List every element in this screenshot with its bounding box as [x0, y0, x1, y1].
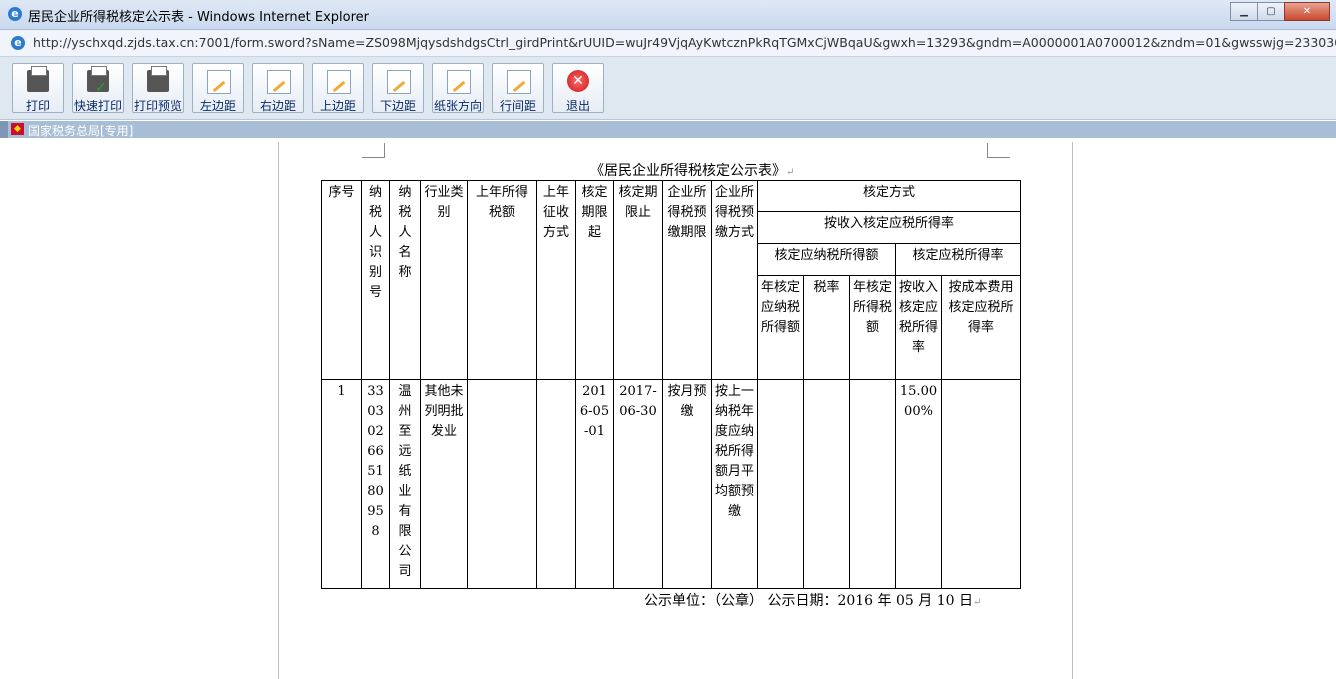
header-period-end: 核定期限止 [613, 180, 663, 380]
top-margin-button[interactable]: 上边距 [312, 63, 364, 113]
header-prepay-period: 企业所得税预缴期限 [662, 180, 712, 380]
print-preview-icon [147, 66, 169, 92]
print-button-label: 打印 [25, 99, 50, 113]
department-label: 国家税务总局[专用] [28, 124, 134, 138]
print-button[interactable]: 打印 [12, 63, 64, 113]
tax-bureau-icon: ◆ [11, 123, 24, 135]
left-edge [0, 121, 8, 138]
header-taxpayer-id: 纳税人识别号 [361, 180, 390, 380]
cell-period-end: 2017-06-30 [613, 379, 663, 589]
exit-button[interactable]: ✕ 退出 [552, 63, 604, 113]
header-by-cost-rate: 按成本费用核定应税所得率 [941, 275, 1021, 380]
print-toolbar: 打印 ✓ 快速打印 打印预览 左边距 右边距 上边距 下边距 纸张方向 行间距 … [0, 57, 1336, 120]
header-prepay-method: 企业所得税预缴方式 [711, 180, 758, 380]
bottom-margin-label: 下边距 [379, 99, 416, 113]
quick-print-button[interactable]: ✓ 快速打印 [72, 63, 124, 113]
table-row: 1 330302665180958 温州至远纸业有限公司 其他未列明批发业 20… [321, 379, 1021, 589]
printer-icon [27, 66, 49, 92]
header-annual-income-tax: 年核定所得税额 [849, 275, 896, 380]
edit-icon [447, 70, 471, 94]
top-margin-label: 上边距 [319, 99, 356, 113]
address-url[interactable]: http://yschxqd.zjds.tax.cn:7001/form.swo… [33, 35, 1336, 50]
window-title: 居民企业所得税核定公示表 - Windows Internet Explorer [28, 10, 369, 25]
exit-icon: ✕ [567, 70, 589, 92]
cell-by-income-rate: 15.0000% [895, 379, 942, 589]
header-taxable-income-group: 核定应纳税所得额 [757, 243, 896, 276]
cell-tax-rate [803, 379, 850, 589]
header-taxpayer-name: 纳税人名称 [389, 180, 421, 380]
cell-prepay-period: 按月预缴 [662, 379, 712, 589]
ie-icon: e [8, 7, 22, 21]
cell-prepay-method: 按上一纳税年度应纳税所得额月平均额预缴 [711, 379, 758, 589]
bottom-margin-button[interactable]: 下边距 [372, 63, 424, 113]
exit-label: 退出 [565, 99, 590, 113]
header-seq: 序号 [321, 180, 362, 380]
cell-taxpayer-name: 温州至远纸业有限公司 [389, 379, 421, 589]
window-title-bar: e 居民企业所得税核定公示表 - Windows Internet Explor… [0, 0, 1336, 30]
edit-icon [207, 70, 231, 94]
cell-taxpayer-id: 330302665180958 [361, 379, 390, 589]
department-bar: ◆ 国家税务总局[专用] [8, 121, 1336, 138]
cell-by-cost-rate [941, 379, 1021, 589]
cell-annual-income-tax [849, 379, 896, 589]
header-by-income: 按收入核定应税所得率 [757, 211, 1021, 244]
cell-last-year-method [536, 379, 576, 589]
header-taxable-rate-group: 核定应税所得率 [895, 243, 1021, 276]
maximize-button[interactable]: ▢ [1257, 2, 1285, 21]
print-preview-label: 打印预览 [133, 99, 182, 113]
cell-period-start: 2016-05-01 [575, 379, 614, 589]
edit-icon [267, 70, 291, 94]
left-margin-label: 左边距 [199, 99, 236, 113]
page-corner-right [987, 143, 1010, 158]
right-margin-label: 右边距 [259, 99, 296, 113]
edit-icon [327, 70, 351, 94]
document-title: 《居民企业所得税核定公示表》↵ [590, 163, 795, 179]
cell-annual-taxable [757, 379, 804, 589]
publication-footer: 公示单位：（公章） 公示日期：2016 年 05 月 10 日↵ [644, 593, 982, 609]
publication-table: 序号 纳税人识别号 纳税人名称 行业类别 上年所得税额 上年征收方式 核定期限起… [321, 180, 1021, 589]
header-method: 核定方式 [757, 180, 1021, 212]
quick-print-icon: ✓ [87, 66, 109, 96]
cell-seq: 1 [321, 379, 362, 589]
page-icon: e [11, 36, 25, 50]
line-spacing-label: 行间距 [499, 99, 536, 113]
paper-orientation-label: 纸张方向 [433, 99, 482, 113]
edit-icon [387, 70, 411, 94]
print-preview-button[interactable]: 打印预览 [132, 63, 184, 113]
address-bar: e http://yschxqd.zjds.tax.cn:7001/form.s… [0, 30, 1336, 57]
window-controls: ▁ ▢ ✕ [1230, 2, 1330, 21]
header-annual-taxable: 年核定应纳税所得额 [757, 275, 804, 380]
header-tax-rate: 税率 [803, 275, 850, 380]
page-corner-left [362, 143, 385, 158]
header-by-income-rate: 按收入核定应税所得率 [895, 275, 942, 380]
line-spacing-button[interactable]: 行间距 [492, 63, 544, 113]
quick-print-label: 快速打印 [73, 99, 122, 113]
header-industry: 行业类别 [420, 180, 468, 380]
cell-last-year-income [467, 379, 537, 589]
cell-industry: 其他未列明批发业 [420, 379, 468, 589]
close-button[interactable]: ✕ [1284, 2, 1330, 21]
right-margin-button[interactable]: 右边距 [252, 63, 304, 113]
paper-orientation-button[interactable]: 纸张方向 [432, 63, 484, 113]
edit-icon [507, 70, 531, 94]
left-margin-button[interactable]: 左边距 [192, 63, 244, 113]
header-last-year-income: 上年所得税额 [467, 180, 537, 380]
minimize-button[interactable]: ▁ [1230, 2, 1258, 21]
header-last-year-method: 上年征收方式 [536, 180, 576, 380]
header-period-start: 核定期限起 [575, 180, 614, 380]
